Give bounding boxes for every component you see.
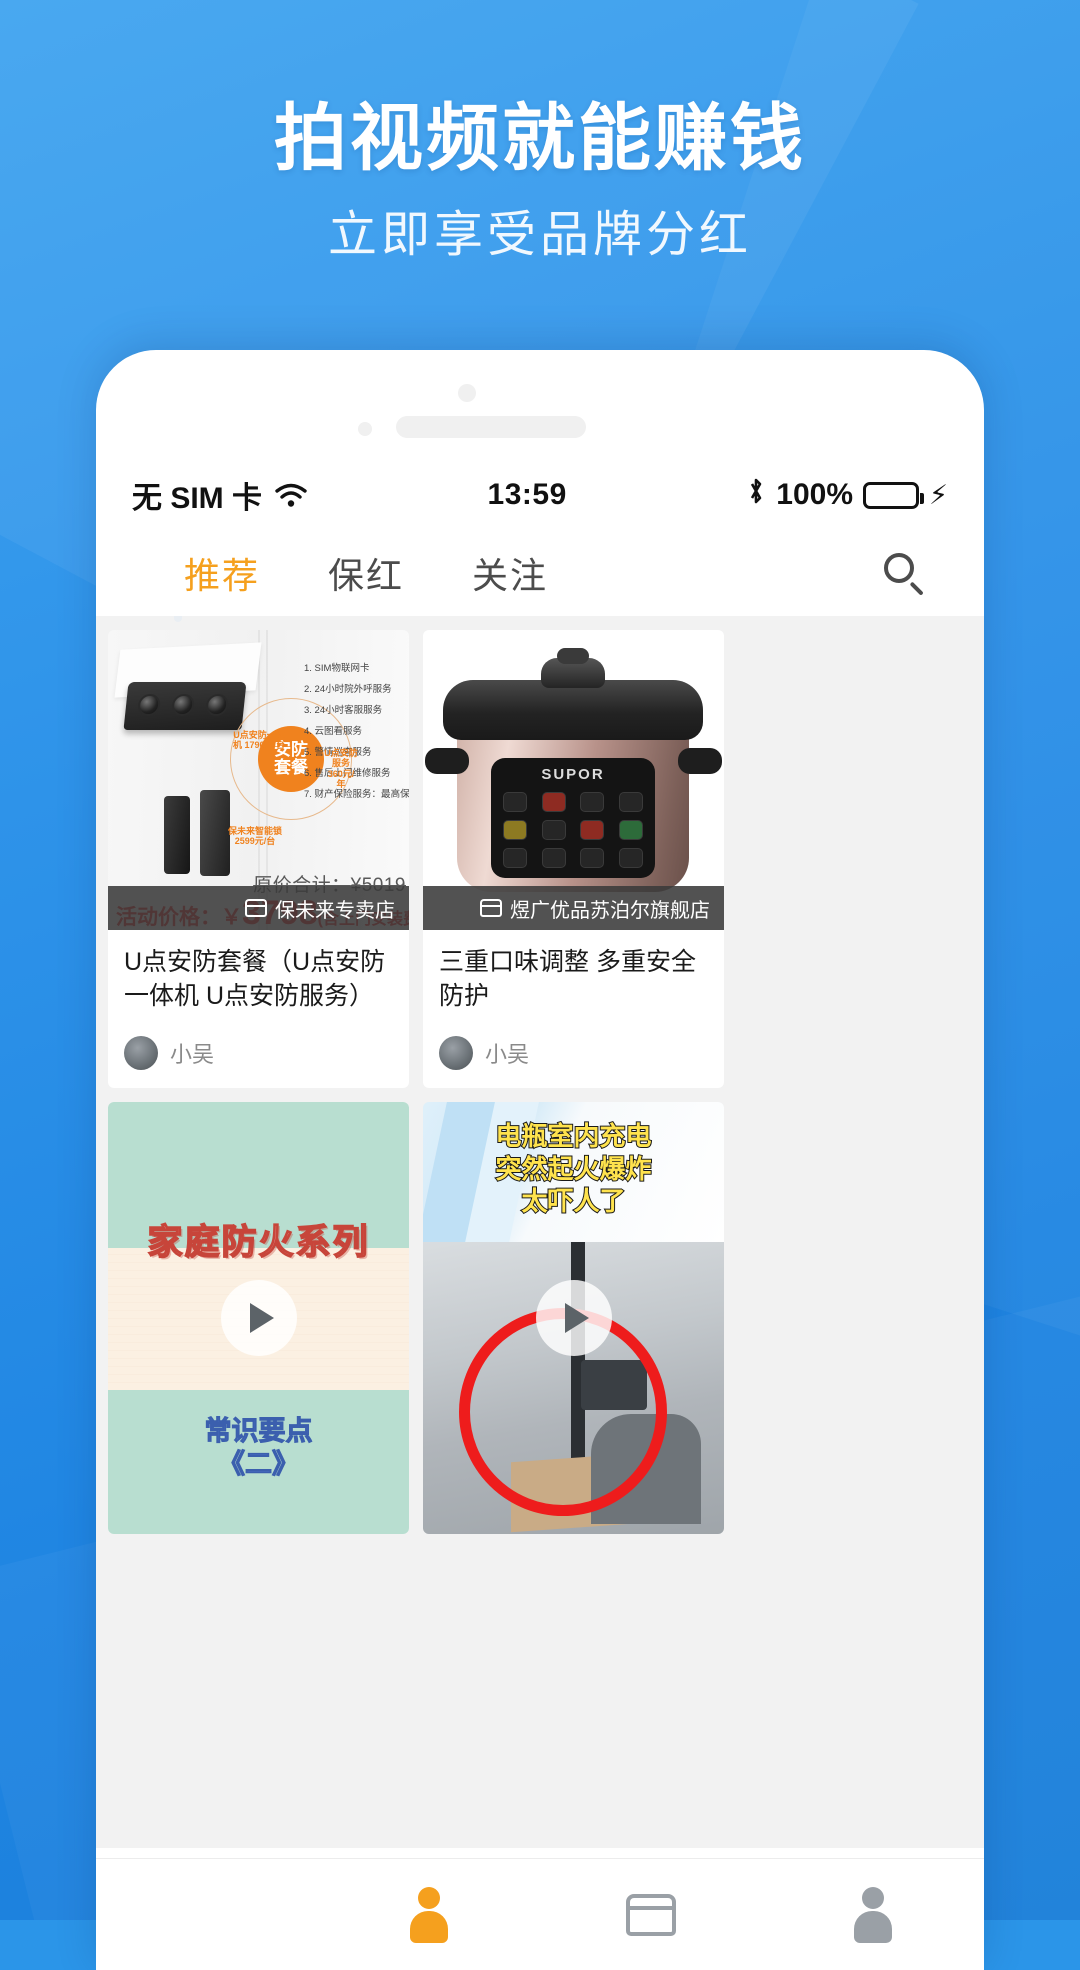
bluetooth-icon [746,476,766,514]
product-title: U点安防套餐（U点安防一体机 U点安防服务） [124,948,386,1010]
video-caption-line2: 突然起火爆炸 [494,1153,652,1185]
play-icon[interactable] [535,1280,612,1356]
product-image: 安防 套餐 1. SIM物联网卡 2. 24小时院外呼服务 3. 24小时客服服… [108,630,409,930]
cooker-lid [443,680,703,740]
promo-subheadline: 立即享受品牌分红 [327,208,752,263]
bottom-nav-item-discover[interactable]: ★ [96,1888,318,1942]
shop-bar[interactable]: 保未来专卖店 [108,886,409,930]
sensor-dot-icon [358,422,372,436]
earpiece-speaker [396,416,586,438]
pressure-cooker-photo: SUPOR [423,630,724,930]
cooker-handle-right [678,748,722,774]
poster-feature-3: 3. 24小时客服服务 [304,705,383,716]
clock-label: 13:59 [487,478,567,511]
feed-row-products: 安防 套餐 1. SIM物联网卡 2. 24小时院外呼服务 3. 24小时客服服… [108,630,972,1088]
play-icon[interactable] [220,1280,297,1356]
tab-baohong[interactable]: 保红 [328,547,404,599]
cooker-control-panel: SUPOR [491,758,655,878]
wifi-icon [274,482,308,508]
bottom-nav-item-shop[interactable] [540,1893,762,1936]
lightning-bolt-icon: ⚡ [929,479,948,510]
cooker-handle-left [425,748,469,774]
cooker-valve [557,648,589,664]
promo-headline: 拍视频就能赚钱 [274,98,806,179]
status-bar-left: 无 SIM 卡 [132,473,308,517]
person-icon [406,1886,452,1943]
video-title-bottom-line1: 常识要点 [204,1416,313,1447]
bottom-nav-item-home[interactable] [318,1886,540,1943]
avatar[interactable] [124,1036,158,1070]
author-name: 小吴 [485,1042,530,1067]
security-package-poster: 安防 套餐 1. SIM物联网卡 2. 24小时院外呼服务 3. 24小时客服服… [108,630,409,930]
poster-device-lock-b [200,790,230,876]
video-card[interactable]: 电瓶室内充电 突然起火爆炸 太吓人了 [423,1102,724,1534]
shop-icon [480,899,502,917]
bottom-nav-bar: ★ [96,1858,984,1970]
carrier-label: 无 SIM 卡 [132,482,263,515]
shop-name: 保未来专卖店 [275,899,395,922]
tab-recommend[interactable]: 推荐 [184,547,260,599]
battery-icon [863,481,925,509]
product-card[interactable]: SUPOR 煜广优品苏泊尔旗舰店 三重口味调整 多重安全防护 小吴 [423,630,724,1088]
video-caption-line3: 太吓人了 [520,1185,626,1217]
author-name: 小吴 [170,1042,215,1067]
product-image: SUPOR 煜广优品苏泊尔旗舰店 [423,630,724,930]
shop-bar[interactable]: 煜广优品苏泊尔旗舰店 [423,886,724,930]
shop-icon [626,1893,676,1936]
product-card-footer: 小吴 [108,1026,409,1088]
feed-row-videos: 家庭防火系列 常识要点 《二》 电瓶室内充电 突然起火爆炸 太吓人了 [108,1102,972,1534]
poster-badge-line2: 套餐 [274,758,308,777]
avatar[interactable] [439,1036,473,1070]
poster-tag-right: U点安防服务 360元/年 [324,748,358,790]
poster-feature-7: 7. 财产保险服务：最高保额50万 [304,789,409,800]
shop-name: 煜广优品苏泊尔旗舰店 [510,899,710,922]
product-card[interactable]: 安防 套餐 1. SIM物联网卡 2. 24小时院外呼服务 3. 24小时客服服… [108,630,409,1088]
cooker-brand-label: SUPOR [541,766,605,783]
video-title-top: 家庭防火系列 [147,1222,370,1263]
poster-feature-4: 4. 云图看服务 [304,726,363,737]
poster-feature-1: 1. SIM物联网卡 [304,663,370,674]
search-icon[interactable] [882,551,926,596]
top-tab-bar: 推荐 保红 关注 [96,530,984,616]
tab-follow[interactable]: 关注 [472,547,548,599]
video-card[interactable]: 家庭防火系列 常识要点 《二》 [108,1102,409,1534]
poster-feature-2: 2. 24小时院外呼服务 [304,684,392,695]
location-star-icon: ★ [196,1894,216,1920]
front-camera-icon [458,384,476,402]
shop-icon [245,899,267,917]
phone-notch [96,350,984,460]
phone-mockup: 无 SIM 卡 13:59 100% ⚡ 推荐 保红 关注 安防 套餐 1. S… [96,350,984,1970]
video-caption-line1: 电瓶室内充电 [494,1120,652,1152]
feed-list[interactable]: 安防 套餐 1. SIM物联网卡 2. 24小时院外呼服务 3. 24小时客服服… [96,616,984,1848]
poster-device-main [123,682,247,730]
poster-device-lock-a [164,796,190,874]
product-card-footer: 小吴 [423,1026,724,1088]
video-title-bottom: 常识要点 《二》 [108,1415,409,1480]
profile-icon [850,1886,896,1943]
promo-header: 拍视频就能赚钱 立即享受品牌分红 [0,0,1080,265]
battery-percent-label: 100% [776,478,854,511]
poster-tag-bottom: 保未来智能锁 2599元/台 [228,826,283,847]
status-bar-right: 100% ⚡ [746,476,948,514]
video-title-bottom-line2: 《二》 [218,1448,300,1479]
tab-list: 推荐 保红 关注 [136,547,882,599]
status-bar: 无 SIM 卡 13:59 100% ⚡ [96,460,984,530]
bottom-nav-item-profile[interactable] [762,1886,984,1943]
product-title: 三重口味调整 多重安全防护 [439,948,696,1010]
poster-tag-left: U点安防一体机 1790元/台 [232,730,286,751]
video-caption: 电瓶室内充电 突然起火爆炸 太吓人了 [423,1120,724,1218]
